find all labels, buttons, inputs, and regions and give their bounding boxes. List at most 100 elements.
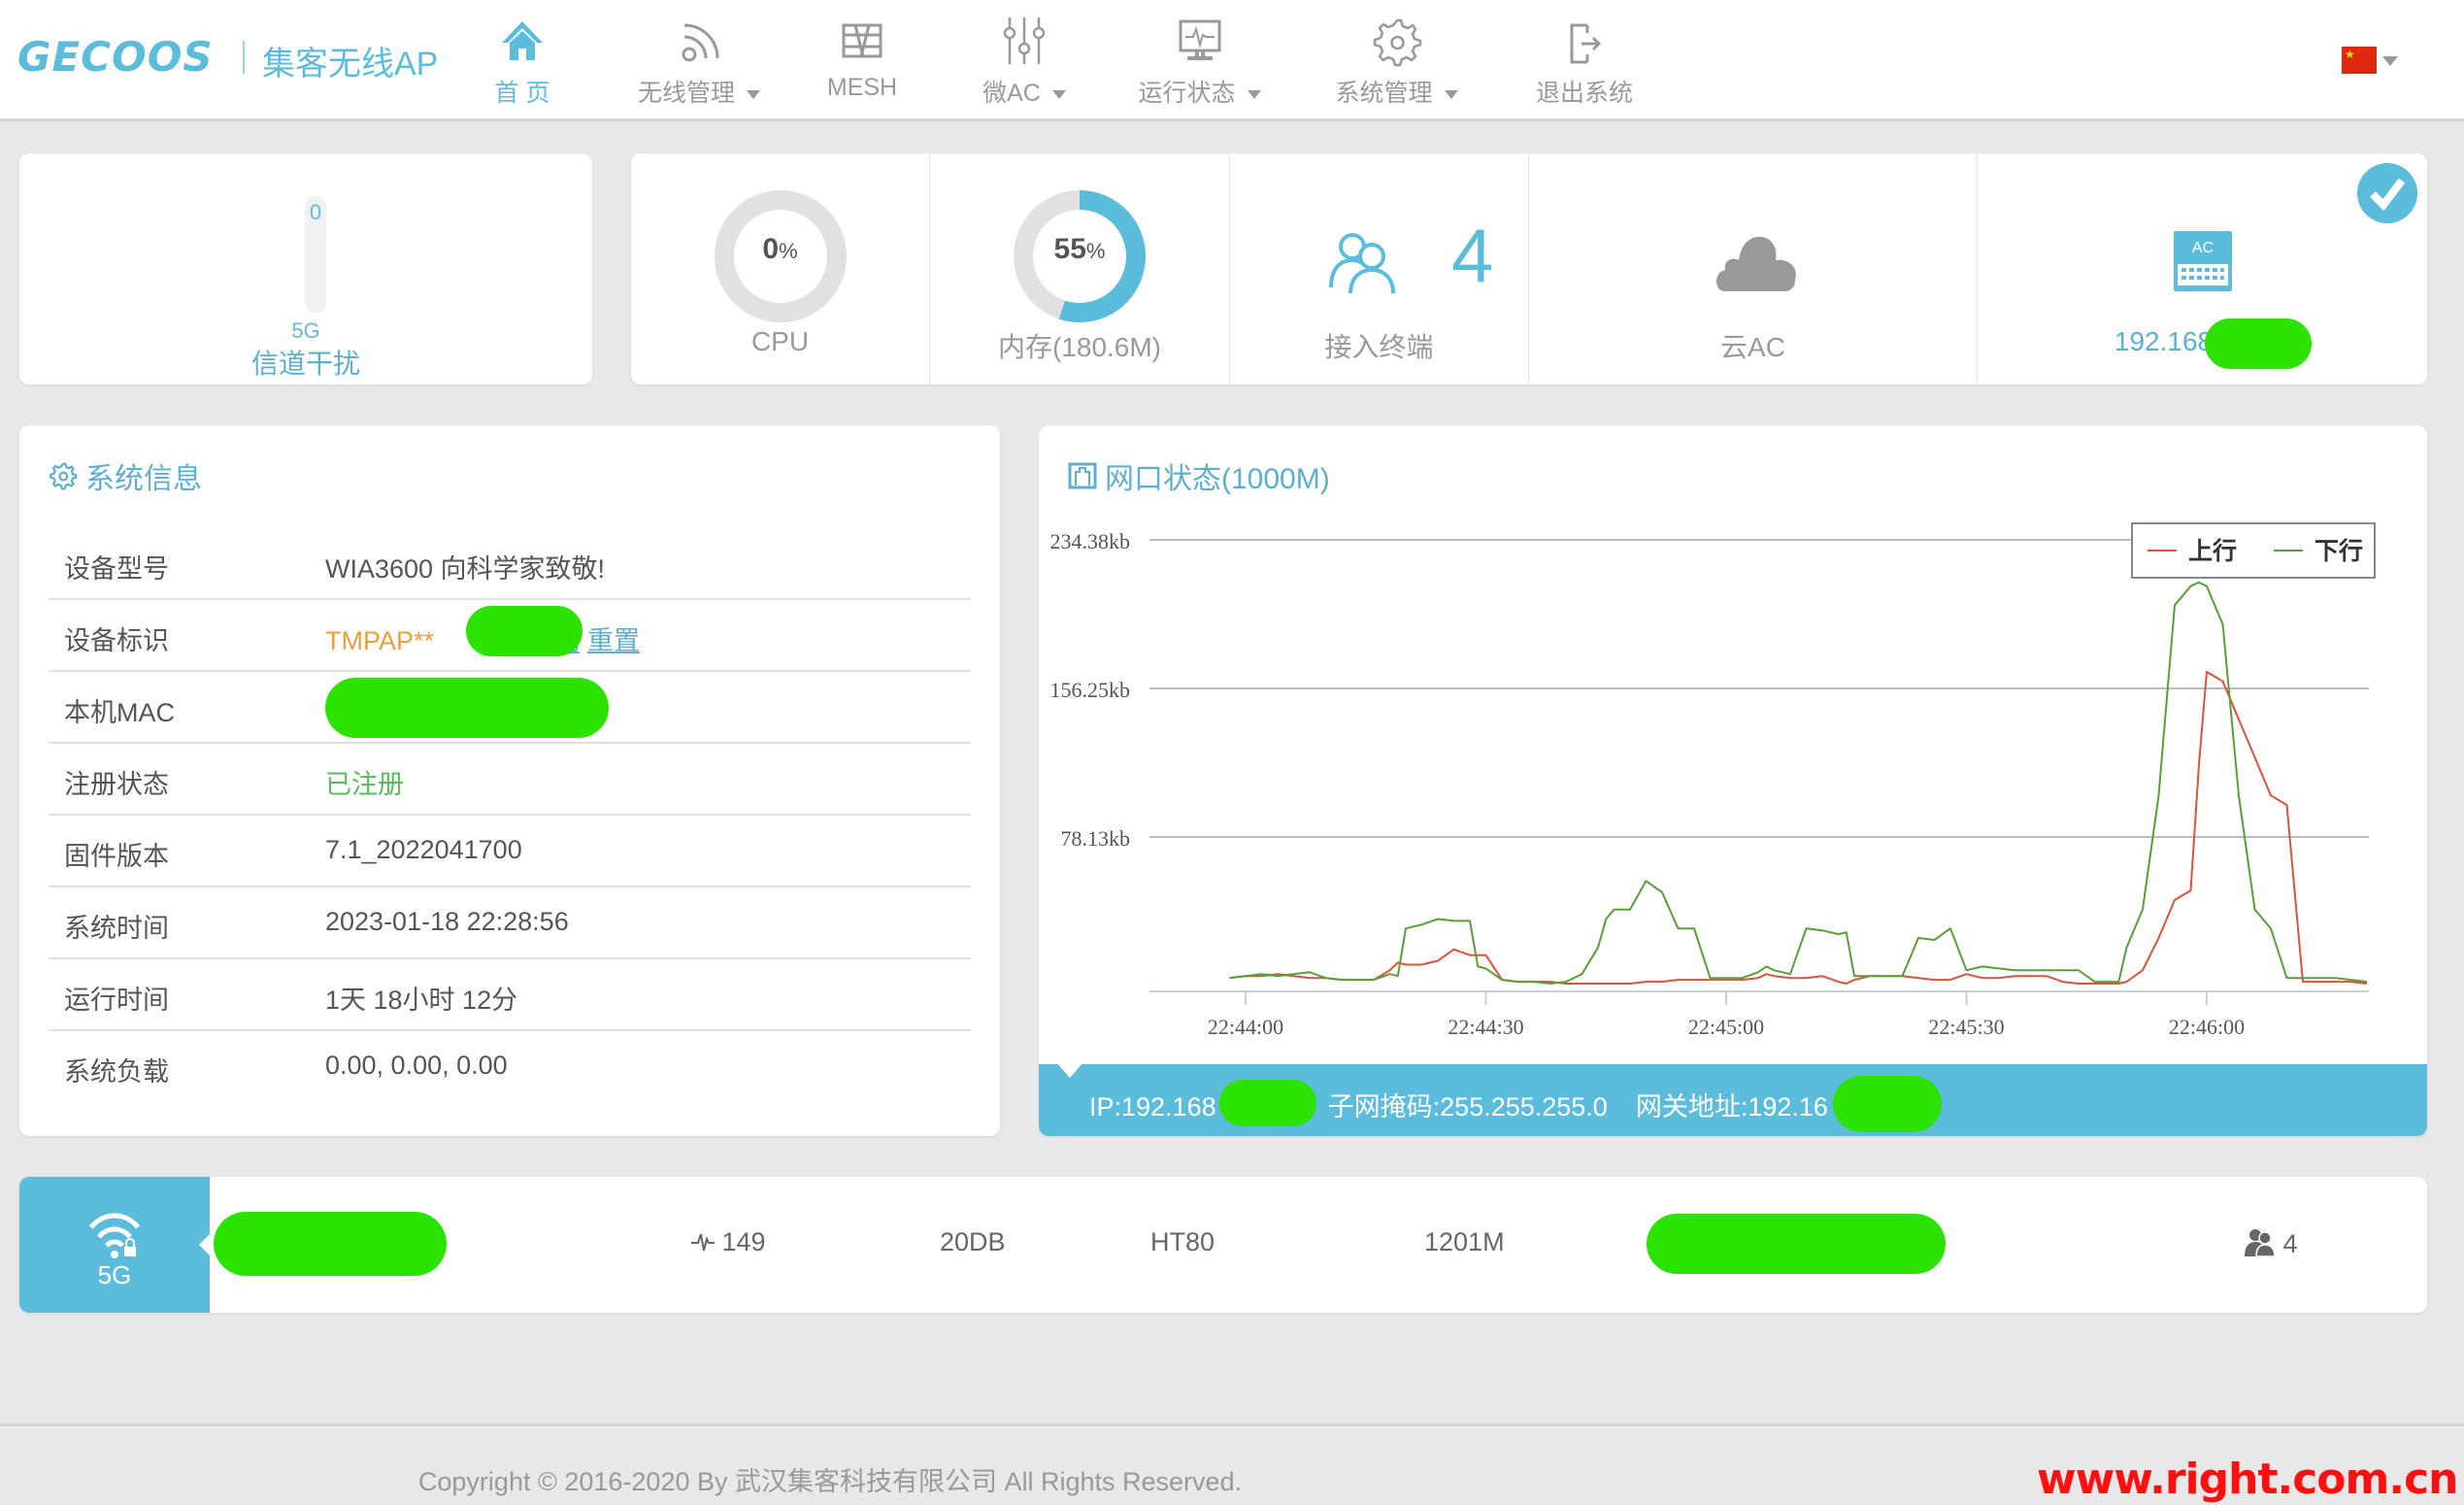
terminals-label: 接入终端 — [1324, 332, 1434, 362]
chart-legend: 上行 下行 — [2131, 522, 2376, 579]
wifi-radio-row[interactable]: 5G 149 20DB HT80 1201M 4 — [19, 1177, 2427, 1313]
memory-label: 内存(180.6M) — [997, 332, 1162, 362]
info-row-load: 系统负载 0.00, 0.00, 0.00 — [49, 1031, 971, 1103]
system-info-title: 系统信息 — [85, 463, 202, 495]
wifi-band: 5G — [97, 1260, 132, 1289]
memory-stat: 55% 内存(180.6M) — [930, 153, 1230, 385]
info-key: 设备标识 — [64, 626, 169, 655]
nav-logout-label: 退出系统 — [1535, 80, 1633, 107]
brand-logo: GECOOS — [17, 33, 214, 81]
wifi-clients[interactable]: 4 — [2243, 1227, 2298, 1259]
status-overview-card: 0% CPU 55% 内存(180.6M) 4 接入终端 云AC AC 192.… — [631, 153, 2427, 385]
info-key: 本机MAC — [64, 698, 175, 727]
system-info-panel: 系统信息 设备型号 WIA3600 向科学家致敬! 设备标识 TMPAP**复制… — [19, 425, 1000, 1136]
ac-icon-text: AC — [2192, 240, 2214, 256]
x-tick-label: 22:45:30 — [1928, 1015, 2004, 1039]
device-id-value: TMPAP** — [325, 626, 435, 655]
watermark: www.right.com.cn — [2037, 1455, 2458, 1504]
interference-bar: 0 — [305, 196, 326, 313]
china-flag-icon: ★ — [2345, 48, 2355, 61]
connected-check-icon — [2357, 163, 2417, 223]
y-tick-label: 78.13kb — [1061, 826, 1131, 851]
ip-address: IP:192.168 — [1089, 1092, 1216, 1121]
users-icon — [1329, 233, 1395, 293]
info-row-registration: 注册状态 已注册 — [49, 744, 971, 816]
legend-download-label: 下行 — [2314, 537, 2363, 565]
info-value: 7.1_2022041700 — [325, 835, 522, 864]
nav-mesh[interactable]: MESH — [823, 0, 901, 117]
network-info-bar: IP:192.168 子网掩码:255.255.255.0 网关地址:192.1… — [1039, 1062, 2427, 1136]
language-dropdown-caret-icon[interactable] — [2382, 56, 2398, 66]
nav-logout[interactable]: 退出系统 — [1534, 0, 1635, 117]
cloud-ac-label: 云AC — [1720, 332, 1785, 362]
chevron-down-icon — [1247, 89, 1261, 99]
nav-mesh-label: MESH — [826, 74, 898, 101]
redaction-mark — [1647, 1214, 1946, 1274]
logo-divider — [243, 41, 245, 74]
redaction-mark — [1219, 1080, 1316, 1126]
product-name: 集客无线AP — [262, 46, 439, 83]
home-icon — [502, 21, 543, 60]
nav-wireless[interactable]: 无线管理 — [626, 0, 772, 117]
cpu-stat: 0% CPU — [631, 153, 930, 385]
redaction-mark — [466, 606, 583, 656]
redaction-mark — [2205, 318, 2312, 369]
subnet-mask: 子网掩码:255.255.255.0 — [1327, 1092, 1608, 1121]
info-key: 系统时间 — [64, 914, 169, 943]
y-tick-label: 156.25kb — [1050, 678, 1131, 702]
upload-series-line — [1229, 670, 2368, 985]
footer-divider — [0, 1423, 2464, 1426]
cpu-label: CPU — [750, 326, 810, 356]
registration-status: 已注册 — [325, 770, 404, 799]
info-bar-notch — [1056, 1062, 1083, 1078]
info-value: 1天 18小时 12分 — [325, 986, 518, 1015]
traffic-chart: 78.13kb 156.25kb 234.38kb 22:44:00 22:44:30… — [1050, 522, 2376, 1039]
terminals-count: 4 — [1451, 213, 1494, 298]
band-tab-notch — [199, 1233, 211, 1256]
gear-icon — [50, 462, 78, 490]
local-ac-address: 192.168 — [2114, 326, 2214, 356]
info-key: 运行时间 — [64, 986, 169, 1015]
redaction-mark — [214, 1212, 447, 1276]
cloud-ac-stat[interactable]: 云AC — [1529, 153, 1978, 385]
wireless-icon — [682, 23, 719, 62]
interference-value: 0 — [309, 200, 322, 224]
ac-controller-icon: AC — [2174, 231, 2232, 291]
nav-home-label: 首 页 — [494, 80, 550, 107]
reset-link[interactable]: 重置 — [587, 626, 640, 655]
redaction-mark — [1833, 1076, 1942, 1132]
info-key: 系统负载 — [64, 1057, 169, 1087]
x-tick-label: 22:46:00 — [2169, 1015, 2245, 1039]
local-ac-stat[interactable]: AC 192.168 — [1978, 153, 2427, 385]
nav-system-management-label: 系统管理 — [1335, 80, 1433, 107]
nav-micro-ac[interactable]: 微AC — [971, 0, 1078, 117]
info-key: 设备型号 — [64, 554, 169, 584]
network-port-panel: 网口状态(1000M) 78.13kb 156.25kb 234.38kb 22:4… — [1039, 425, 2427, 1136]
info-value: 2023-01-18 22:28:56 — [325, 907, 569, 936]
wifi-lock-icon — [89, 1213, 140, 1258]
nav-system-management[interactable]: 系统管理 — [1331, 0, 1462, 117]
wifi-band-tab: 5G — [19, 1177, 211, 1313]
x-tick-label: 22:44:00 — [1208, 1015, 1283, 1039]
language-selector[interactable]: ★ — [2342, 47, 2377, 74]
download-series-line — [1229, 581, 2368, 985]
info-row-model: 设备型号 WIA3600 向科学家致敬! — [49, 528, 971, 600]
cpu-donut — [714, 190, 847, 322]
info-row-system-time: 系统时间 2023-01-18 22:28:56 — [49, 887, 971, 959]
x-tick-label: 22:45:00 — [1688, 1015, 1764, 1039]
memory-donut — [1014, 190, 1146, 322]
nav-home[interactable]: 首 页 — [483, 0, 562, 117]
info-key: 注册状态 — [64, 770, 169, 799]
terminals-stat[interactable]: 4 接入终端 — [1230, 153, 1529, 385]
legend-upload-label: 上行 — [2188, 537, 2237, 565]
mesh-icon — [842, 23, 882, 58]
clients-count: 4 — [2282, 1229, 2298, 1258]
gateway-address: 网关地址:192.16 — [1635, 1092, 1828, 1121]
logout-icon — [1570, 23, 1602, 64]
copyright: Copyright © 2016-2020 By 武汉集客科技有限公司 All … — [417, 1467, 1243, 1496]
system-info-header: 系统信息 — [49, 454, 202, 497]
nav-run-status[interactable]: 运行状态 — [1134, 0, 1265, 117]
gear-icon — [1373, 18, 1421, 67]
info-key: 固件版本 — [64, 842, 169, 871]
channel-value: 149 — [721, 1227, 766, 1256]
